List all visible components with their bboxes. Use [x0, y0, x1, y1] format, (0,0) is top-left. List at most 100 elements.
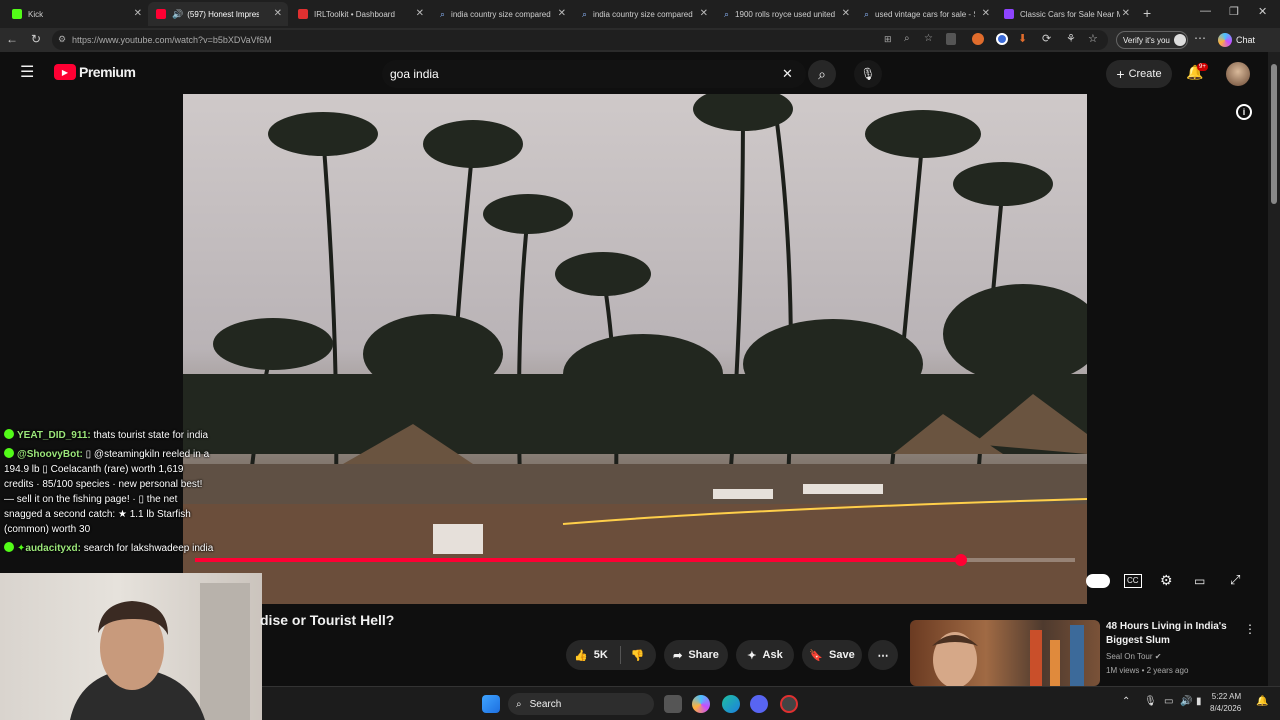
verify-identity-button[interactable]: Verify it's you	[1116, 31, 1188, 49]
video-progress-track[interactable]	[195, 558, 1075, 562]
show-hidden-icons-icon[interactable]: ⌃	[1122, 696, 1130, 707]
windows-taskbar: ⌕ Search ⌃ 🎙 ▭ 🔊 ▮ 5:22 AM 8/4/2026 🔔	[262, 686, 1280, 720]
close-tab-icon[interactable]: ✕	[134, 8, 142, 19]
new-tab-icon[interactable]: +	[1143, 5, 1151, 21]
create-button[interactable]: + Create	[1106, 60, 1172, 88]
address-bar[interactable]: ⚙ https://www.youtube.com/watch?v=b5bXDV…	[52, 30, 1108, 50]
settings-gear-icon[interactable]: ⚙	[1160, 572, 1173, 589]
recommended-video-meta: 1M views • 2 years ago	[1106, 666, 1189, 675]
edge-browser-icon[interactable]	[722, 695, 740, 713]
discord-icon[interactable]	[750, 695, 768, 713]
video-scrubber-handle[interactable]	[954, 554, 967, 566]
info-icon[interactable]: i	[1236, 104, 1252, 120]
app-icon[interactable]: ⊞	[884, 34, 892, 45]
video-player[interactable]	[183, 94, 1087, 604]
like-button[interactable]: 👍 5K	[574, 649, 608, 662]
sync-icon[interactable]: ⚘	[1066, 32, 1076, 45]
taskbar-search-label: Search	[529, 698, 562, 710]
extension-icon[interactable]	[946, 33, 956, 45]
back-icon[interactable]: ←	[4, 32, 20, 46]
close-tab-icon[interactable]: ✕	[700, 8, 708, 19]
minimize-icon[interactable]: —	[1200, 5, 1211, 17]
microphone-icon[interactable]: 🎙	[854, 60, 882, 88]
closed-captions-icon[interactable]: CC	[1124, 574, 1142, 588]
more-actions-button[interactable]: ⋯	[868, 640, 898, 670]
tab-search-3[interactable]: ⌕ 1900 rolls royce used united ✕	[716, 2, 856, 26]
save-button[interactable]: 🔖 Save	[802, 640, 862, 670]
microphone-tray-icon[interactable]: 🎙	[1144, 696, 1157, 707]
copilot-icon[interactable]	[692, 695, 710, 713]
tab-kick[interactable]: Kick ✕	[4, 2, 148, 26]
tab-classic-cars[interactable]: Classic Cars for Sale Near Me ✕	[996, 2, 1136, 26]
copilot-chat-button[interactable]: Chat	[1218, 31, 1255, 49]
browser-toolbar: ← ↻ ⚙ https://www.youtube.com/watch?v=b5…	[0, 28, 1280, 52]
more-menu-icon[interactable]: ⋯	[1194, 31, 1206, 45]
autoplay-toggle[interactable]	[1086, 574, 1110, 588]
search-input[interactable]: goa india ✕	[382, 60, 806, 88]
recommended-video-card[interactable]: 48 Hours Living in India's Biggest Slum …	[910, 620, 1260, 686]
fullscreen-icon[interactable]: ⤢	[1230, 572, 1240, 588]
close-window-icon[interactable]: ✕	[1258, 5, 1267, 18]
verify-label: Verify it's you	[1123, 35, 1170, 45]
plus-icon: +	[1116, 66, 1125, 82]
refresh-extension-icon[interactable]: ⟳	[1042, 32, 1051, 45]
task-view-icon[interactable]	[664, 695, 682, 713]
extension-icon[interactable]	[996, 33, 1008, 45]
tab-search-2[interactable]: ⌕ india country size compared ✕	[574, 2, 714, 26]
share-button[interactable]: ➦ Share	[664, 640, 728, 670]
close-tab-icon[interactable]: ✕	[982, 8, 990, 19]
clear-search-icon[interactable]: ✕	[782, 66, 793, 82]
youtube-logo[interactable]: ▶ Premium	[54, 64, 136, 80]
recommended-video-title[interactable]: 48 Hours Living in India's Biggest Slum	[1106, 620, 1242, 648]
download-icon[interactable]: ⬇	[1018, 32, 1027, 45]
tab-irltoolkit[interactable]: IRLToolkit • Dashboard ✕	[290, 2, 430, 26]
extension-icon[interactable]	[972, 33, 984, 45]
tab-title: Classic Cars for Sale Near Me	[1020, 9, 1120, 19]
more-vertical-icon[interactable]: ⋮	[1244, 622, 1256, 636]
recording-app-icon[interactable]	[780, 695, 798, 713]
network-icon[interactable]: ▭	[1164, 696, 1173, 707]
chat-username: audacityxd:	[25, 543, 81, 554]
windows-start-icon[interactable]	[482, 695, 500, 713]
dislike-button[interactable]: 👎	[631, 649, 645, 662]
tab-search-4[interactable]: ⌕ used vintage cars for sale - S ✕	[856, 2, 996, 26]
speaker-icon[interactable]: 🔊	[172, 9, 183, 20]
zoom-icon[interactable]: ⌕	[904, 33, 910, 44]
hamburger-menu-icon[interactable]: ☰	[20, 62, 34, 82]
notification-center-icon[interactable]: 🔔	[1256, 696, 1268, 707]
recommended-channel[interactable]: Seal On Tour ✔	[1106, 652, 1161, 661]
battery-icon[interactable]: ▮	[1196, 696, 1202, 707]
close-tab-icon[interactable]: ✕	[274, 8, 282, 19]
favorite-star-icon[interactable]: ☆	[924, 33, 933, 44]
tab-search-1[interactable]: ⌕ india country size compared ✕	[432, 2, 572, 26]
premium-logo-text: Premium	[79, 64, 136, 80]
tab-youtube[interactable]: 🔊 (597) Honest Impression ✕	[148, 2, 288, 26]
clock-date: 8/4/2026	[1210, 704, 1242, 713]
theater-mode-icon[interactable]: ▭	[1194, 574, 1205, 588]
chat-username: YEAT_DID_911:	[17, 430, 91, 441]
reload-icon[interactable]: ↻	[28, 32, 44, 46]
thumbs-down-icon: 👎	[630, 649, 645, 662]
page-scrollbar[interactable]	[1268, 52, 1280, 692]
close-tab-icon[interactable]: ✕	[1122, 8, 1130, 19]
bookmark-icon: 🔖	[809, 649, 823, 662]
taskbar-clock[interactable]: 5:22 AM 8/4/2026	[1210, 691, 1241, 715]
volume-icon[interactable]: 🔊	[1180, 696, 1192, 707]
restore-icon[interactable]: ❐	[1229, 5, 1239, 18]
close-tab-icon[interactable]: ✕	[416, 8, 424, 19]
account-avatar[interactable]	[1226, 62, 1250, 86]
chat-message: @ShoovyBot: ▯ @steamingkiln reeled in a …	[0, 447, 214, 537]
site-info-icon[interactable]: ⚙	[58, 34, 66, 45]
favorites-icon[interactable]: ☆	[1088, 32, 1098, 45]
more-horizontal-icon: ⋯	[877, 649, 889, 662]
recommended-video-thumbnail[interactable]	[910, 620, 1100, 686]
taskbar-search[interactable]: ⌕ Search	[508, 693, 654, 715]
save-label: Save	[829, 649, 855, 661]
irltoolkit-favicon-icon	[298, 9, 308, 19]
ask-button[interactable]: ✦ Ask	[736, 640, 794, 670]
close-tab-icon[interactable]: ✕	[842, 8, 850, 19]
scrollbar-thumb[interactable]	[1271, 64, 1277, 204]
search-button-icon[interactable]: ⌕	[808, 60, 836, 88]
close-tab-icon[interactable]: ✕	[558, 8, 566, 19]
video-progress-played	[195, 558, 961, 562]
